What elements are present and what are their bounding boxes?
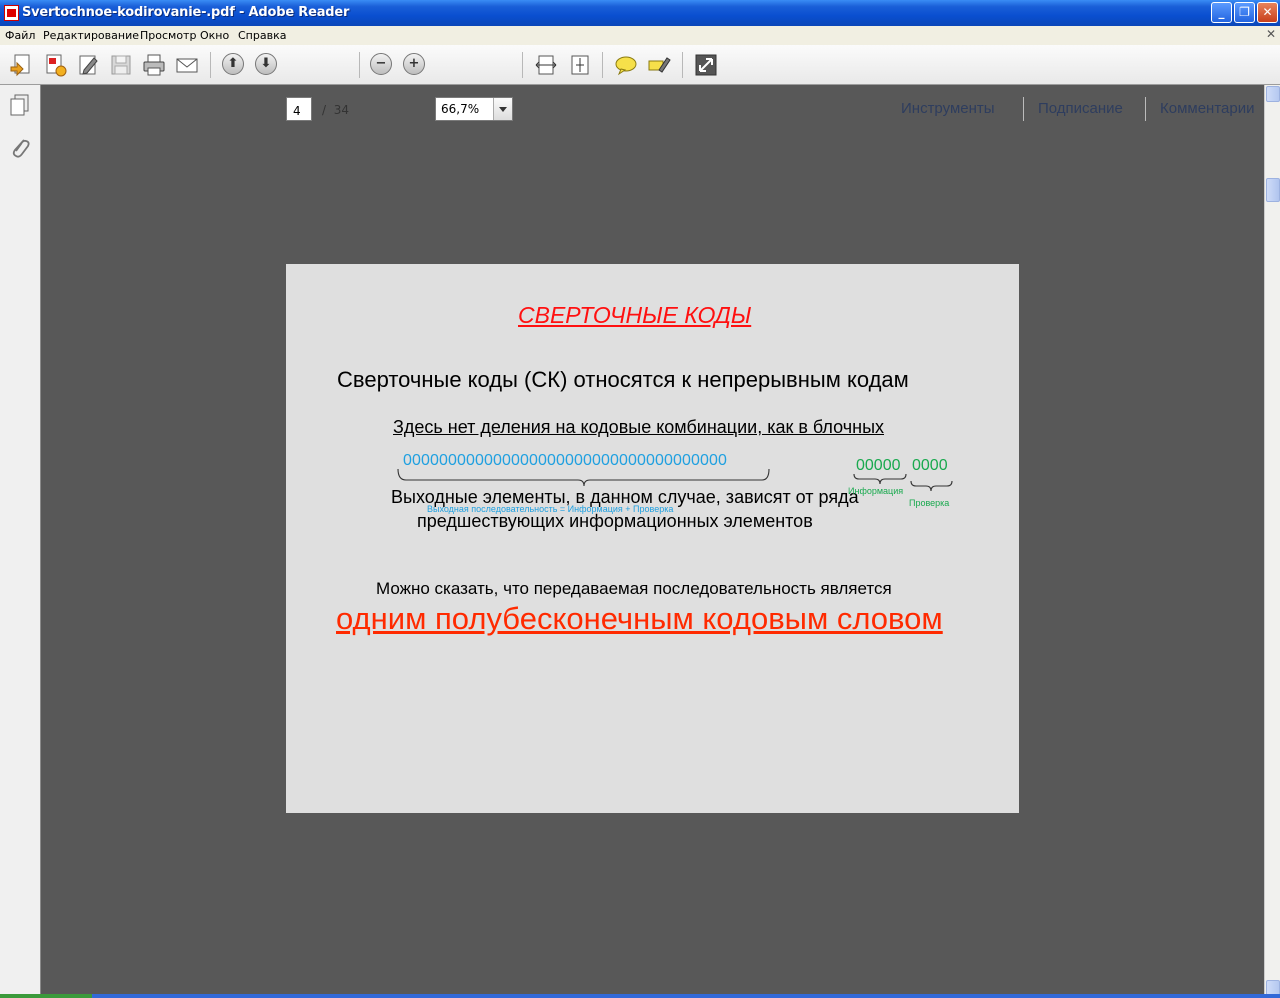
- toolbar-separator: [522, 52, 523, 78]
- title-bar: Svertochnoe-kodirovanie-.pdf - Adobe Rea…: [0, 0, 1280, 26]
- convert-pdf-icon[interactable]: [42, 52, 68, 78]
- page-up-icon[interactable]: ⬆: [222, 53, 244, 75]
- scroll-up-button[interactable]: [1266, 86, 1280, 102]
- minimize-button[interactable]: _: [1211, 2, 1232, 23]
- window-title: Svertochnoe-kodirovanie-.pdf - Adobe Rea…: [22, 5, 350, 20]
- menu-help[interactable]: Справка: [238, 29, 286, 42]
- attachment-icon[interactable]: [8, 135, 32, 161]
- adobe-pdf-icon: [4, 5, 19, 21]
- pages-icon[interactable]: [8, 93, 32, 117]
- fit-page-icon[interactable]: [567, 52, 593, 78]
- slide-heading: Сверточные коды (СК) относятся к непреры…: [337, 367, 909, 392]
- fit-width-icon[interactable]: [533, 52, 559, 78]
- toolbar-separator: [359, 52, 360, 78]
- menu-file[interactable]: Файл: [5, 29, 35, 42]
- menu-bar: Файл Редактирование Просмотр Окно Справк…: [0, 26, 1280, 46]
- info-label: Информация: [848, 486, 904, 496]
- zoom-in-icon[interactable]: +: [403, 53, 425, 75]
- page-down-icon[interactable]: ⬇: [255, 53, 277, 75]
- menu-view[interactable]: Просмотр: [140, 29, 196, 42]
- email-icon[interactable]: [174, 52, 200, 78]
- zoom-value: 66,7%: [441, 102, 480, 116]
- slide-title: СВЕРТОЧНЫЕ КОДЫ: [518, 302, 752, 328]
- slide-text-line: Можно сказать, что передаваемая последов…: [376, 579, 892, 598]
- menu-edit[interactable]: Редактирование: [43, 29, 139, 42]
- scroll-thumb[interactable]: [1266, 178, 1280, 202]
- page-separator: /: [322, 103, 327, 117]
- comments-link[interactable]: Комментарии: [1160, 100, 1254, 117]
- slide-subheading: Здесь нет деления на кодовые комбинации,…: [393, 417, 885, 437]
- comment-icon[interactable]: [613, 52, 639, 78]
- pdf-page: СВЕРТОЧНЫЕ КОДЫ Сверточные коды (СК) отн…: [286, 264, 1019, 813]
- close-button[interactable]: ✕: [1257, 2, 1278, 23]
- page-total-count: 34: [333, 103, 349, 117]
- check-sequence: 0000: [912, 457, 948, 474]
- close-document-icon[interactable]: ✕: [1266, 27, 1276, 41]
- highlight-icon[interactable]: [646, 52, 672, 78]
- page-number-input[interactable]: [286, 97, 312, 121]
- vertical-scrollbar[interactable]: [1264, 85, 1280, 998]
- toolbar-separator: [602, 52, 603, 78]
- start-button-strip[interactable]: [0, 994, 92, 998]
- slide-emphasis: одним полубесконечным кодовым словом: [336, 601, 943, 636]
- navigation-panel: [0, 85, 41, 998]
- tools-link[interactable]: Инструменты: [901, 100, 995, 117]
- taskbar-strip: [0, 994, 1280, 998]
- output-sequence: 000000000000000000000000000000000000: [403, 452, 727, 469]
- edit-icon[interactable]: [76, 52, 102, 78]
- toolbar-separator: [1145, 97, 1146, 121]
- page-total: / 34: [322, 103, 349, 117]
- toolbar-separator: [1023, 97, 1024, 121]
- toolbar: ⬆ ⬇ / 34 − + 66,7% Инструменты Подписани…: [0, 45, 1280, 121]
- fullscreen-icon[interactable]: [693, 52, 719, 78]
- chevron-down-icon[interactable]: [493, 98, 512, 120]
- maximize-button[interactable]: ❐: [1234, 2, 1255, 23]
- sign-link[interactable]: Подписание: [1038, 100, 1123, 117]
- zoom-select[interactable]: 66,7%: [435, 97, 513, 121]
- menu-window[interactable]: Окно: [200, 29, 229, 42]
- toolbar-separator: [210, 52, 211, 78]
- print-icon[interactable]: [141, 52, 167, 78]
- info-sequence: 00000: [856, 457, 901, 474]
- output-label: Выходная последовательность = Информация…: [427, 504, 674, 514]
- create-pdf-icon[interactable]: [8, 52, 34, 78]
- slide-text-line: предшествующих информационных элементов: [417, 511, 813, 531]
- zoom-out-icon[interactable]: −: [370, 53, 392, 75]
- save-icon[interactable]: [108, 52, 134, 78]
- check-label: Проверка: [909, 498, 950, 508]
- toolbar-separator: [682, 52, 683, 78]
